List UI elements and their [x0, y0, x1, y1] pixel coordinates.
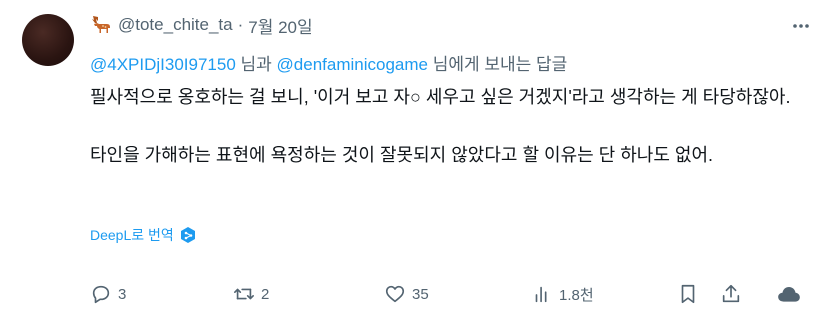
- translate-button[interactable]: DeepL로 번역: [90, 225, 197, 245]
- view-count: 1.8천: [559, 286, 594, 304]
- share-button[interactable]: [720, 281, 742, 307]
- tweet-text: 필사적으로 옹호하는 걸 보니, '이거 보고 자○ 세우고 싶은 거겠지'라고…: [90, 83, 815, 170]
- cloud-extension-button[interactable]: [776, 281, 802, 307]
- action-bar: 3 2 35 1.8천: [90, 281, 810, 307]
- retweet-button[interactable]: 2: [233, 281, 269, 307]
- retweet-icon: [234, 288, 254, 300]
- views-chart-icon: [535, 286, 547, 303]
- bookmark-button[interactable]: [677, 281, 699, 307]
- replying-to-line: @4XPIDjI30I97150 님과 @denfaminicogame 님에게…: [90, 50, 567, 75]
- tweet-paragraph-2: 타인을 가해하는 표현에 욕정하는 것이 잘못되지 않았다고 할 이유는 단 하…: [90, 145, 714, 165]
- replying-suffix: 님에게 보내는 답글: [427, 55, 568, 74]
- reply-button[interactable]: 3: [90, 281, 126, 307]
- bookmark-icon: [681, 284, 695, 304]
- replying-conjunction: 님과: [235, 55, 277, 74]
- share-icon: [722, 284, 740, 303]
- tweet-paragraph-1: 필사적으로 옹호하는 걸 보니, '이거 보고 자○ 세우고 싶은 거겠지'라고…: [90, 87, 791, 107]
- more-icon: [793, 24, 809, 28]
- mention-link-1[interactable]: @4XPIDjI30I97150: [90, 55, 236, 74]
- reply-count: 3: [118, 285, 127, 303]
- tweet-date[interactable]: 7월 20일: [248, 13, 312, 38]
- author-handle[interactable]: @tote_chite_ta: [118, 15, 233, 35]
- like-button[interactable]: 35: [384, 281, 429, 307]
- deepl-icon: [180, 227, 195, 243]
- translate-label: DeepL로 번역: [90, 227, 174, 243]
- cloud-icon: [778, 286, 800, 302]
- heart-icon: [385, 285, 405, 303]
- retweet-count: 2: [261, 285, 270, 303]
- avatar[interactable]: [22, 14, 74, 66]
- header-separator: ·: [237, 15, 244, 34]
- more-options-button[interactable]: [789, 14, 813, 38]
- tweet-header: @tote_chite_ta · 7월 20일: [90, 13, 313, 38]
- deer-emoji-icon: [92, 16, 110, 33]
- reply-icon: [92, 285, 110, 304]
- mention-link-2[interactable]: @denfaminicogame: [277, 55, 428, 74]
- like-count: 35: [412, 285, 429, 303]
- views-button[interactable]: 1.8천: [531, 281, 594, 307]
